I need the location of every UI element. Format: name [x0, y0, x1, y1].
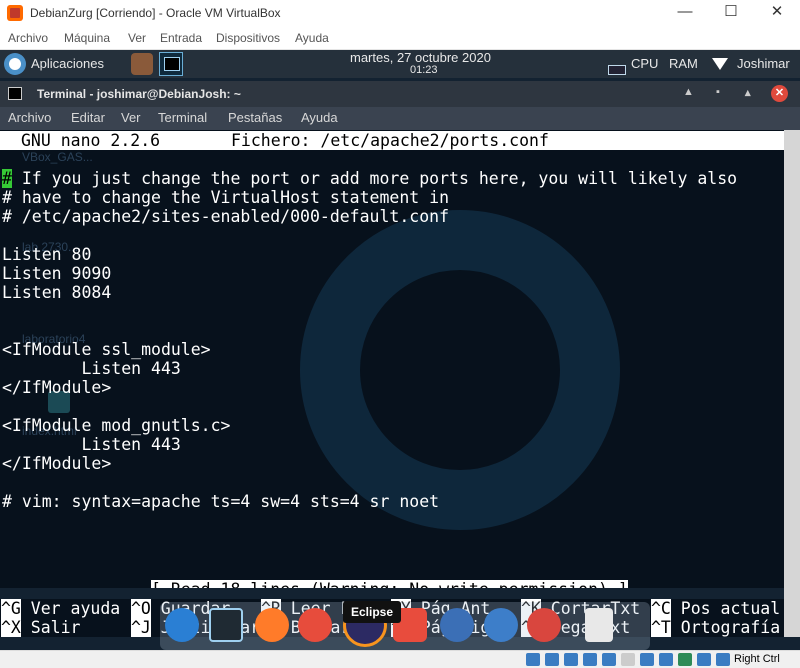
- terminal-minimize-button[interactable]: ▪: [716, 86, 720, 98]
- vbox-menu-ayuda[interactable]: Ayuda: [295, 31, 329, 45]
- vbox-menu-entrada[interactable]: Entrada: [160, 31, 202, 45]
- virtualbox-icon: [7, 5, 23, 21]
- top-panel: Aplicaciones martes, 27 octubre 2020 01:…: [0, 50, 800, 78]
- keyboard-capture-icon[interactable]: [716, 653, 730, 666]
- ram-monitor[interactable]: RAM: [669, 56, 698, 71]
- terminal-dock-icon[interactable]: [209, 608, 243, 642]
- editor-line: # vim: syntax=apache ts=4 sw=4 sts=4 sr …: [2, 492, 440, 511]
- trash-dock-icon[interactable]: [585, 608, 613, 642]
- vbox-menubar: Archivo Máquina Ver Entrada Dispositivos…: [0, 26, 800, 50]
- terminal-icon: [8, 87, 22, 100]
- text-cursor: #: [2, 169, 12, 188]
- terminal-maximize-button[interactable]: ▴: [745, 86, 751, 99]
- cpu-monitor[interactable]: CPU: [631, 56, 658, 71]
- editor-line: # If you just change the port or add mor…: [2, 169, 738, 188]
- editor-line: <IfModule ssl_module>: [2, 340, 211, 359]
- dock: [160, 602, 650, 650]
- vbox-titlebar: DebianZurg [Corriendo] - Oracle VM Virtu…: [0, 0, 800, 26]
- minimize-button[interactable]: —: [662, 0, 708, 26]
- maximize-button[interactable]: ☐: [708, 0, 754, 26]
- desktop-ghost-vbox: VBox_GAS...: [22, 150, 93, 164]
- editor-line: Listen 443: [2, 359, 181, 378]
- hdd-status-icon[interactable]: [526, 653, 540, 666]
- terminal-menu-terminal[interactable]: Terminal: [158, 110, 207, 125]
- terminal-window-title: Terminal - joshimar@DebianJosh: ~: [37, 87, 241, 101]
- firefox-dock-icon[interactable]: [255, 608, 289, 642]
- clock-date[interactable]: martes, 27 octubre 2020: [350, 50, 491, 65]
- applications-menu[interactable]: Aplicaciones: [31, 56, 104, 71]
- display-status-icon[interactable]: [640, 653, 654, 666]
- editor-line: </IfModule>: [2, 378, 112, 397]
- mouse-integration-icon[interactable]: [697, 653, 711, 666]
- editor-line: # /etc/apache2/sites-enabled/000-default…: [2, 207, 450, 226]
- vbox-menu-archivo[interactable]: Archivo: [8, 31, 48, 45]
- terminal-menu-ayuda[interactable]: Ayuda: [301, 110, 338, 125]
- debian-swirl-background: [300, 210, 620, 530]
- editor-line: Listen 443: [2, 435, 181, 454]
- clock-time[interactable]: 01:23: [410, 64, 438, 76]
- shortcut-pos-actual[interactable]: ^C Pos actual: [651, 599, 780, 618]
- terminal-menu-pestanas[interactable]: Pestañas: [228, 110, 282, 125]
- audio-status-icon[interactable]: [564, 653, 578, 666]
- recording-status-icon[interactable]: [659, 653, 673, 666]
- vbox-menu-ver[interactable]: Ver: [128, 31, 146, 45]
- network-status-icon[interactable]: [583, 653, 597, 666]
- terminal-scrollbar[interactable]: [784, 130, 800, 637]
- usb-status-icon[interactable]: [602, 653, 616, 666]
- dock-tooltip: Eclipse: [343, 601, 401, 623]
- shortcut-salir[interactable]: ^X Salir: [1, 618, 80, 637]
- nano-filename: Fichero: /etc/apache2/ports.conf: [231, 131, 549, 150]
- close-button[interactable]: ✕: [754, 0, 800, 26]
- wireshark-dock-icon[interactable]: [484, 608, 518, 642]
- vbox-statusbar: Right Ctrl: [0, 650, 800, 668]
- optical-status-icon[interactable]: [545, 653, 559, 666]
- terminal-restore-button[interactable]: ▲: [683, 86, 694, 98]
- vbox-menu-dispositivos[interactable]: Dispositivos: [216, 31, 280, 45]
- vbox-menu-maquina[interactable]: Máquina: [64, 31, 110, 45]
- network-icon[interactable]: [712, 58, 728, 70]
- shared-folders-status-icon[interactable]: [621, 653, 635, 666]
- mail-dock-icon[interactable]: [527, 608, 561, 642]
- anchor-launcher-dock-icon[interactable]: [165, 608, 199, 642]
- terminal-menu-archivo[interactable]: Archivo: [8, 110, 51, 125]
- editor-line: Listen 9090: [2, 264, 112, 283]
- user-menu[interactable]: Joshimar: [737, 56, 790, 71]
- shortcut-ver-ayuda[interactable]: ^G Ver ayuda: [1, 599, 120, 618]
- terminal-menu-ver[interactable]: Ver: [121, 110, 141, 125]
- editor-line: Listen 8084: [2, 283, 112, 302]
- editor-line: </IfModule>: [2, 454, 112, 473]
- cpu-graph-icon: [608, 65, 626, 75]
- nano-version: GNU nano 2.2.6: [21, 131, 161, 150]
- guest-screen: Aplicaciones martes, 27 octubre 2020 01:…: [0, 50, 800, 650]
- cpu-status-icon[interactable]: [678, 653, 692, 666]
- editor-line: <IfModule mod_gnutls.c>: [2, 416, 231, 435]
- nano-status-message: [ Read 18 lines (Warning: No write permi…: [151, 580, 628, 588]
- terminal-content[interactable]: VBox_GAS... lab 2730... laboratorio4 ind…: [0, 130, 784, 588]
- pgadmin-dock-icon[interactable]: [440, 608, 474, 642]
- owl-app-icon[interactable]: [131, 53, 153, 75]
- terminal-close-button[interactable]: ✕: [771, 85, 788, 102]
- debian-logo-icon[interactable]: [4, 53, 26, 75]
- terminal-titlebar[interactable]: Terminal - joshimar@DebianJosh: ~ ▲ ▪ ▴ …: [0, 81, 800, 107]
- editor-line: # have to change the VirtualHost stateme…: [2, 188, 450, 207]
- vbox-window-title: DebianZurg [Corriendo] - Oracle VM Virtu…: [30, 6, 281, 20]
- terminal-menu-editar[interactable]: Editar: [71, 110, 105, 125]
- terminal-menubar: Archivo Editar Ver Terminal Pestañas Ayu…: [0, 107, 800, 130]
- scratch-dock-icon[interactable]: [298, 608, 332, 642]
- shortcut-ortografia[interactable]: ^T Ortografía: [651, 618, 780, 637]
- nano-header: GNU nano 2.2.6 Fichero: /etc/apache2/port…: [0, 131, 784, 150]
- terminal-task-icon[interactable]: [159, 52, 183, 76]
- editor-line: Listen 80: [2, 245, 92, 264]
- host-key-label: Right Ctrl: [734, 653, 780, 665]
